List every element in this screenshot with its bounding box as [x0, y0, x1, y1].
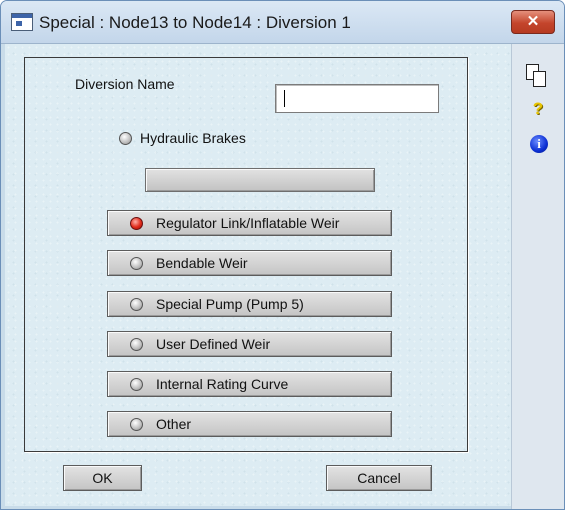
option-regulator-link-button[interactable]: Regulator Link/Inflatable Weir — [107, 210, 392, 236]
side-toolbar: ? i — [511, 44, 564, 509]
option-radio — [130, 378, 143, 391]
options-panel: Diversion Name Hydraulic Brakes Regulato… — [24, 57, 468, 452]
diversion-name-input[interactable] — [275, 84, 439, 113]
copy-icon[interactable] — [524, 62, 552, 90]
option-label: User Defined Weir — [156, 336, 271, 352]
option-label: Other — [156, 416, 192, 432]
option-label: Regulator Link/Inflatable Weir — [156, 215, 340, 231]
cancel-button[interactable]: Cancel — [326, 465, 432, 491]
ok-button[interactable]: OK — [63, 465, 142, 491]
option-internal-rating-curve-button[interactable]: Internal Rating Curve — [107, 371, 392, 397]
info-icon[interactable]: i — [524, 132, 552, 160]
option-special-pump-button[interactable]: Special Pump (Pump 5) — [107, 291, 392, 317]
option-user-defined-weir-button[interactable]: User Defined Weir — [107, 331, 392, 357]
text-caret — [284, 90, 285, 107]
blank-bar-button[interactable] — [145, 168, 375, 192]
help-icon[interactable]: ? — [524, 95, 552, 123]
hydraulic-brakes-label: Hydraulic Brakes — [140, 130, 246, 146]
option-radio-selected — [130, 217, 143, 230]
window-title: Special : Node13 to Node14 : Diversion 1 — [39, 13, 351, 32]
option-radio — [130, 418, 143, 431]
title-bar: Special : Node13 to Node14 : Diversion 1… — [1, 1, 564, 44]
hydraulic-brakes-radio[interactable] — [119, 132, 132, 145]
close-icon: ✕ — [526, 13, 540, 30]
diversion-name-label: Diversion Name — [75, 76, 175, 92]
dialog-window: Special : Node13 to Node14 : Diversion 1… — [0, 0, 565, 510]
app-icon — [11, 13, 33, 31]
option-radio — [130, 298, 143, 311]
option-radio — [130, 338, 143, 351]
close-button[interactable]: ✕ — [511, 10, 555, 34]
option-radio — [130, 257, 143, 270]
option-label: Bendable Weir — [156, 255, 248, 271]
dialog-client-area: Diversion Name Hydraulic Brakes Regulato… — [5, 44, 511, 506]
info-glyph: i — [530, 135, 548, 153]
option-label: Internal Rating Curve — [156, 376, 289, 392]
option-other-button[interactable]: Other — [107, 411, 392, 437]
option-bendable-weir-button[interactable]: Bendable Weir — [107, 250, 392, 276]
option-label: Special Pump (Pump 5) — [156, 296, 304, 312]
